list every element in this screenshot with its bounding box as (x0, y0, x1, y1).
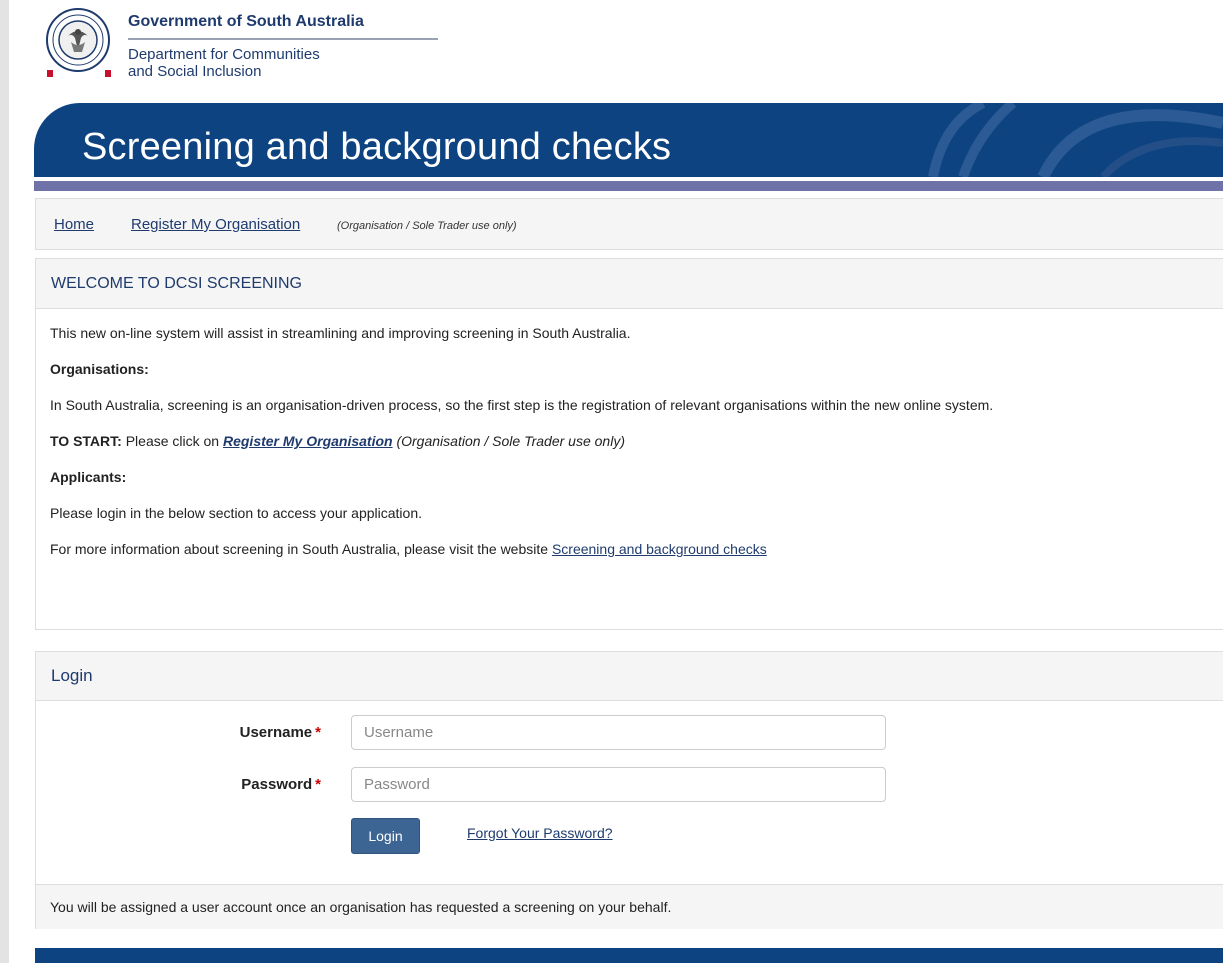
breadcrumb: Home Register My Organisation (Organisat… (35, 198, 1223, 250)
to-start-label: TO START: (50, 433, 122, 449)
banner-decoration (923, 103, 1223, 177)
applicants-heading: Applicants: (50, 469, 127, 485)
login-panel: Login Username* Password* Login Forgot Y… (35, 651, 1223, 929)
nav-register-organisation-link[interactable]: Register My Organisation (131, 216, 300, 233)
page-title: Screening and background checks (82, 126, 672, 168)
welcome-panel-header: WELCOME TO DCSI SCREENING (36, 259, 1223, 309)
login-footer: You will be assigned a user account once… (36, 884, 1223, 929)
page-banner: Screening and background checks (34, 103, 1223, 177)
banner-stripe (34, 181, 1223, 191)
to-start-line: TO START: Please click on Register My Or… (50, 431, 1210, 451)
left-rail (0, 0, 9, 963)
header-divider (128, 38, 438, 40)
to-start-text: Please click on (125, 433, 220, 449)
username-input[interactable] (351, 715, 886, 750)
password-required-mark: * (315, 776, 321, 793)
username-label-text: Username (239, 724, 313, 741)
username-label: Username * (191, 724, 321, 741)
screening-website-link[interactable]: Screening and background checks (552, 541, 767, 557)
nav-home-link[interactable]: Home (54, 216, 94, 233)
welcome-panel: WELCOME TO DCSI SCREENING This new on-li… (35, 258, 1223, 630)
to-start-note: (Organisation / Sole Trader use only) (396, 433, 625, 449)
forgot-password-link[interactable]: Forgot Your Password? (467, 825, 613, 841)
nav-register-note: (Organisation / Sole Trader use only) (337, 220, 517, 232)
department-line-2: and Social Inclusion (128, 63, 262, 80)
government-header: Government of South Australia Department… (44, 2, 444, 86)
more-info-line: For more information about screening in … (50, 539, 1210, 559)
government-name: Government of South Australia (128, 13, 364, 30)
welcome-title: WELCOME TO DCSI SCREENING (51, 275, 302, 292)
sa-government-crest-icon (46, 8, 111, 77)
register-organisation-link[interactable]: Register My Organisation (223, 433, 393, 449)
login-panel-header: Login (36, 652, 1223, 701)
login-button[interactable]: Login (351, 818, 420, 854)
username-required-mark: * (315, 724, 321, 741)
department-line-1: Department for Communities (128, 46, 320, 63)
applicants-text: Please login in the below section to acc… (50, 505, 422, 521)
department-name: Department for Communities and Social In… (128, 46, 320, 80)
login-footer-note: You will be assigned a user account once… (50, 899, 672, 915)
organisations-heading: Organisations: (50, 361, 149, 377)
password-label: Password * (191, 776, 321, 793)
welcome-intro: This new on-line system will assist in s… (50, 325, 631, 341)
more-info-text: For more information about screening in … (50, 541, 549, 557)
organisations-text: In South Australia, screening is an orga… (50, 397, 994, 413)
page-footer-bar (35, 948, 1223, 963)
login-title: Login (51, 666, 93, 685)
password-label-text: Password (241, 776, 313, 793)
welcome-body: This new on-line system will assist in s… (36, 309, 1223, 559)
password-input[interactable] (351, 767, 886, 802)
